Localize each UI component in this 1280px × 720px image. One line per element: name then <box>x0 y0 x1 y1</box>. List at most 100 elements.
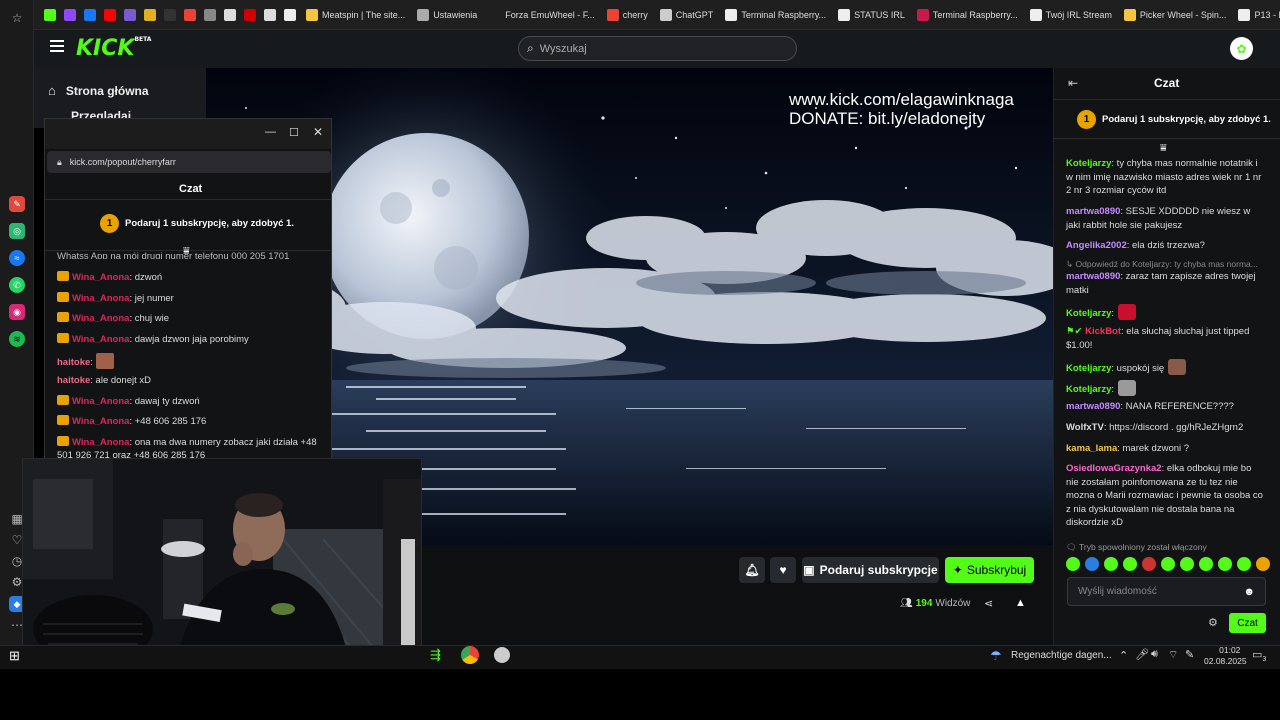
popout-message[interactable]: Wina_Anona: jej numer <box>57 292 327 305</box>
spotify-icon[interactable]: ≋ <box>9 331 25 347</box>
chat-message[interactable]: WolfxTV: https://discord . gg/hRJeZHgrn2 <box>1066 421 1266 435</box>
windows-start-icon[interactable]: ⊞ <box>9 648 20 664</box>
chat-username[interactable]: Koteljarzy <box>1066 308 1111 319</box>
close-icon[interactable]: ✕ <box>313 125 323 139</box>
emote-icon[interactable] <box>1123 557 1137 571</box>
popout-username[interactable]: Wina_Anona <box>72 396 129 407</box>
chat-username[interactable]: Koteljarzy <box>1066 384 1111 395</box>
popout-username[interactable]: Wina_Anona <box>72 416 129 427</box>
taskbar-app-icon[interactable]: ⇶ <box>430 647 441 663</box>
popout-username[interactable]: haitoke <box>57 375 90 386</box>
instagram-icon[interactable]: ◉ <box>9 304 25 320</box>
star-icon[interactable]: ☆ <box>9 10 25 26</box>
bookmark-item[interactable] <box>180 0 200 30</box>
popout-message[interactable]: haitoke: ale donejt xD <box>57 374 327 387</box>
bookmark-item[interactable]: Picker Wheel - Spin... <box>1118 0 1233 30</box>
chat-input[interactable]: Wyślij wiadomość ☻ <box>1067 577 1266 606</box>
bookmark-item[interactable] <box>140 0 160 30</box>
chat-message[interactable]: kama_lama: marek dzwoni ? <box>1066 442 1266 456</box>
emote-icon[interactable] <box>1066 557 1080 571</box>
chat-message[interactable]: Koteljarzy: <box>1066 380 1266 397</box>
emote-icon[interactable] <box>1161 557 1175 571</box>
chat-message[interactable]: Koteljarzy: <box>1066 304 1266 321</box>
bookmark-item[interactable] <box>200 0 220 30</box>
bookmark-item[interactable]: Twój IRL Stream <box>1024 0 1118 30</box>
pinned-toggle-icon[interactable]: ⩸ <box>1160 142 1167 155</box>
bookmark-item[interactable] <box>260 0 280 30</box>
popout-message[interactable]: Wina_Anona: ona ma dwa numery zobacz jak… <box>57 436 327 449</box>
bookmark-item[interactable] <box>240 0 260 30</box>
chat-message[interactable]: Koteljarzy: ty chyba mas normalnie notat… <box>1066 157 1266 198</box>
chat-send-button[interactable]: Czat <box>1229 613 1266 633</box>
bookmark-item[interactable]: ChatGPT <box>654 0 720 30</box>
chat-message[interactable]: Angelika2002: ela dziś trzezwa? <box>1066 239 1266 253</box>
popout-username[interactable]: Wina_Anona <box>72 272 129 283</box>
emote-icon[interactable] <box>1218 557 1232 571</box>
app-icon[interactable]: ✎ <box>9 196 25 212</box>
nav-home[interactable]: ⌂ Strona główna <box>48 83 149 98</box>
bookmark-item[interactable] <box>280 0 300 30</box>
popout-message[interactable]: Wina_Anona: dzwoń <box>57 271 327 284</box>
popout-username[interactable]: Wina_Anona <box>72 313 129 324</box>
maximize-icon[interactable]: ☐ <box>289 126 299 139</box>
popout-message[interactable]: Wina_Anona: dawaj ty dzwoń <box>57 395 327 408</box>
taskbar-clock[interactable]: 01:02 02.08.2025 <box>1204 645 1247 667</box>
chatgpt-icon[interactable]: ◎ <box>9 223 25 239</box>
emote-icon[interactable] <box>1256 557 1270 571</box>
popout-username[interactable]: Wina_Anona <box>72 293 129 304</box>
emote-icon[interactable] <box>1180 557 1194 571</box>
chat-username[interactable]: martwa0890 <box>1066 271 1120 282</box>
microphone-icon[interactable]: 🎤︎ <box>1135 648 1149 661</box>
popout-address-bar[interactable]: 🔒︎ kick.com/popout/cherryfarr <box>47 151 331 173</box>
bookmark-item[interactable]: STATUS IRL <box>832 0 911 30</box>
search-input[interactable]: ⌕ Wyszukaj <box>518 36 797 61</box>
chat-message[interactable]: martwa0890: zaraz tam zapisze adres twoj… <box>1066 270 1266 297</box>
bookmark-item[interactable]: Ustawienia <box>411 0 483 30</box>
chat-username[interactable]: WolfxTV <box>1066 422 1104 433</box>
report-icon[interactable]: ▲ <box>1015 597 1026 609</box>
chat-username[interactable]: martwa0890 <box>1066 401 1120 412</box>
gift-sub-button[interactable]: ▣ Podaruj subskrypcje <box>802 557 939 583</box>
chat-username[interactable]: OsiedlowaGrazynka2 <box>1066 463 1162 474</box>
emoji-icon[interactable]: ☻ <box>1243 586 1255 598</box>
tray-chevron-icon[interactable]: ⌃ <box>1119 649 1128 662</box>
bookmark-item[interactable]: Terminal Raspberry... <box>719 0 832 30</box>
network-icon[interactable]: ⌔ <box>1168 648 1178 662</box>
collapse-chat-icon[interactable]: ⇤ <box>1068 76 1078 90</box>
bookmark-item[interactable] <box>60 0 80 30</box>
emote-icon[interactable] <box>1142 557 1156 571</box>
chrome-icon[interactable] <box>461 646 479 664</box>
bookmark-item[interactable]: P13 - Pastebin.com <box>1232 0 1280 30</box>
popout-message[interactable]: Wina_Anona: chuj wie <box>57 312 327 325</box>
avatar[interactable]: ✿ <box>1230 37 1253 60</box>
follow-button[interactable]: ♥ <box>770 557 796 583</box>
menu-icon[interactable] <box>50 40 64 52</box>
popout-message[interactable]: Wina_Anona: +48 606 285 176 <box>57 415 327 428</box>
chat-message[interactable]: martwa0890: SESJE XDDDDD nie wiesz w jak… <box>1066 205 1266 232</box>
chat-message[interactable]: ⚑✔ KickBot: ela słuchaj słuchaj just tip… <box>1066 325 1266 352</box>
chat-username[interactable]: martwa0890 <box>1066 206 1120 217</box>
subscribe-button[interactable]: ✦ Subskrybuj <box>945 557 1034 583</box>
popout-message[interactable]: haitoke: <box>57 353 327 369</box>
bookmark-item[interactable] <box>220 0 240 30</box>
volume-icon[interactable]: 🔊︎ <box>1151 648 1158 661</box>
bookmark-item[interactable] <box>80 0 100 30</box>
messenger-icon[interactable]: ≈ <box>9 250 25 266</box>
taskbar-app-icon[interactable] <box>494 647 510 663</box>
bookmark-item[interactable] <box>160 0 180 30</box>
emote-icon[interactable] <box>1085 557 1099 571</box>
chat-username[interactable]: kama_lama <box>1066 443 1117 454</box>
emote-icon[interactable] <box>1199 557 1213 571</box>
bookmark-item[interactable]: cherry <box>601 0 654 30</box>
chat-username[interactable]: Koteljarzy <box>1066 158 1111 169</box>
popout-username[interactable]: Wina_Anona <box>72 437 129 448</box>
popout-username[interactable]: Wina_Anona <box>72 334 129 345</box>
bookmark-item[interactable] <box>100 0 120 30</box>
pen-icon[interactable]: ✎ <box>1185 648 1194 661</box>
chat-username[interactable]: Angelika2002 <box>1066 240 1127 251</box>
kick-logo[interactable]: KICKBETA <box>76 36 151 61</box>
chat-username[interactable]: KickBot <box>1085 326 1121 337</box>
minimize-icon[interactable]: — <box>265 126 276 138</box>
chat-message[interactable]: martwa0890: NANA REFERENCE???? <box>1066 400 1266 414</box>
bookmark-item[interactable]: Terminal Raspberry... <box>911 0 1024 30</box>
